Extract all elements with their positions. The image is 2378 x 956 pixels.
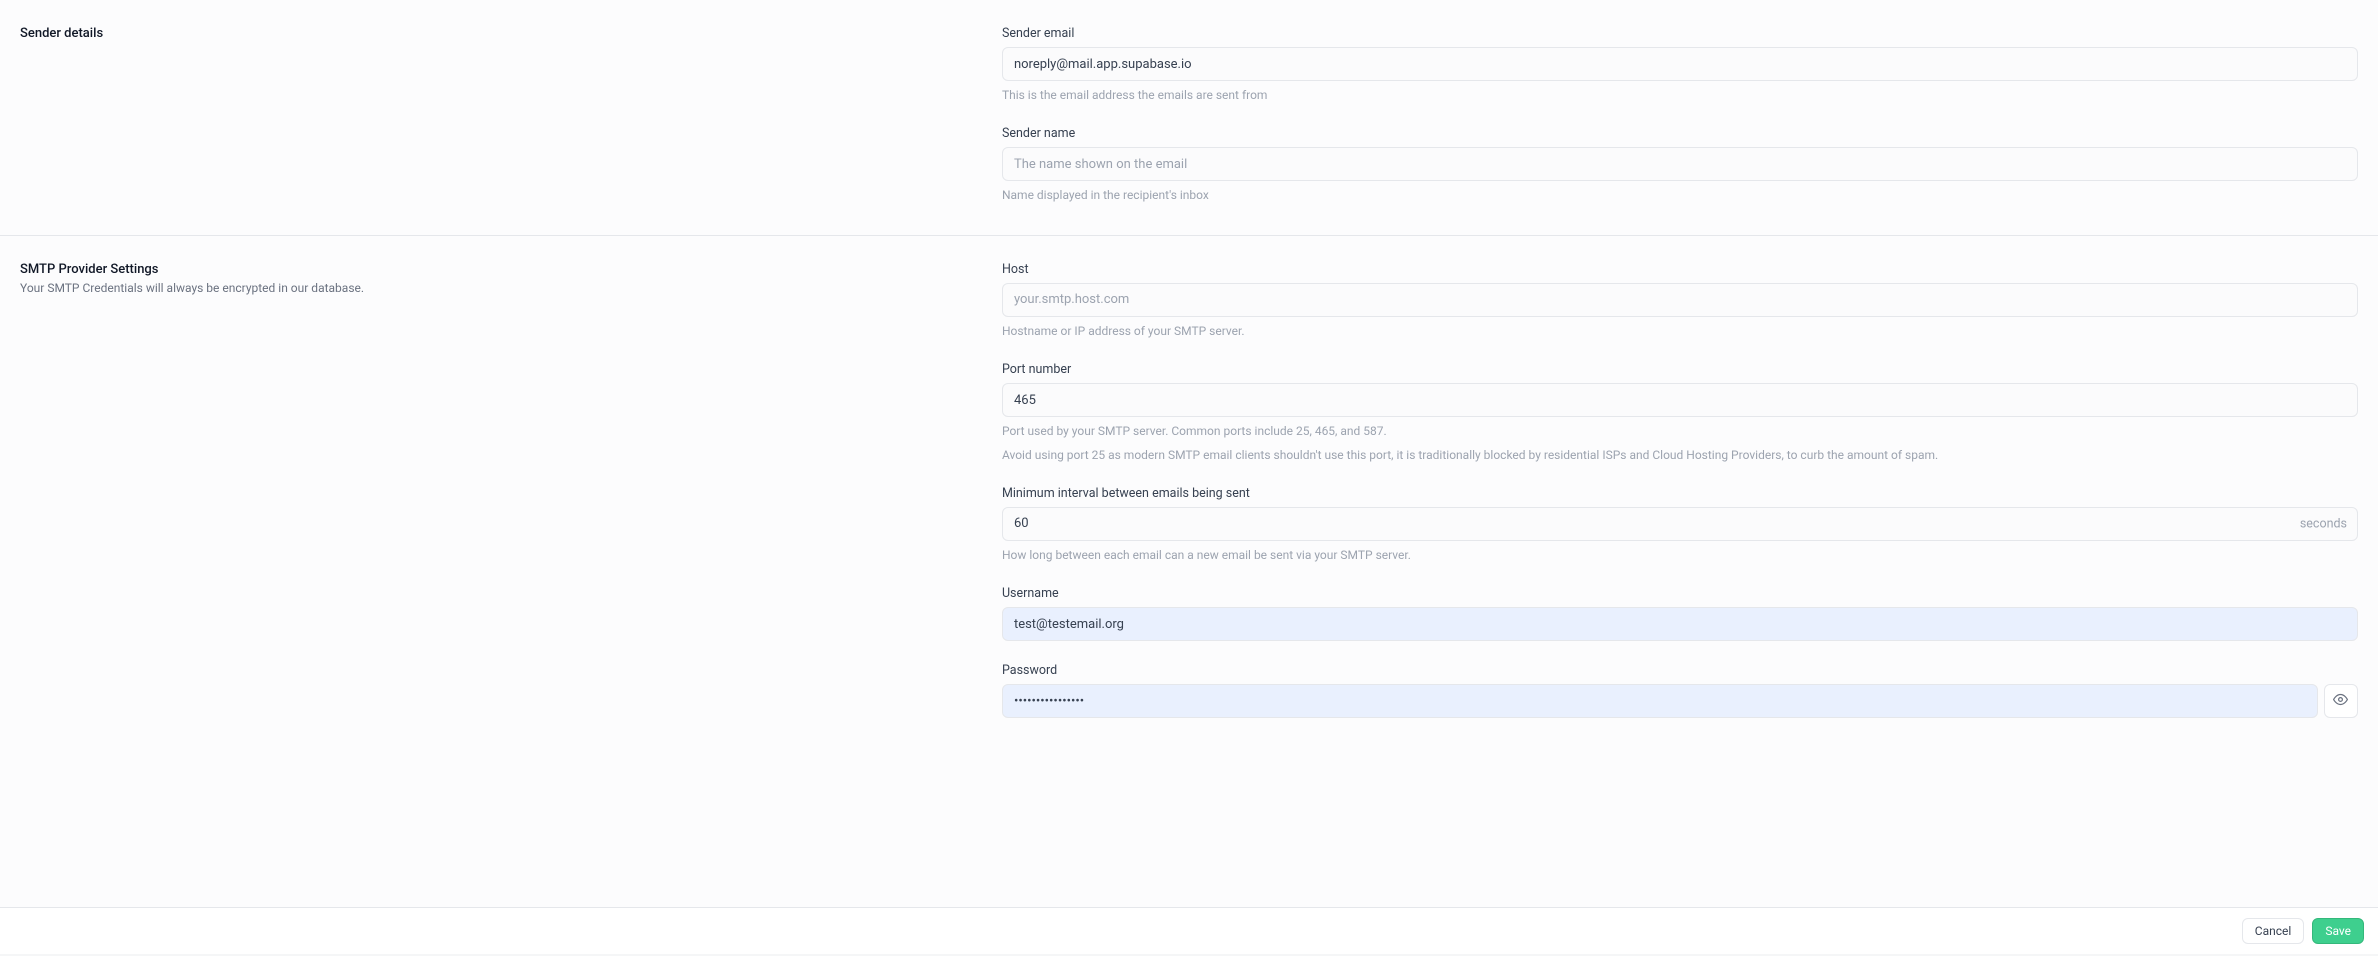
sender-name-input[interactable] <box>1002 147 2358 181</box>
label-sender-email: Sender email <box>1002 26 2358 41</box>
help-interval: How long between each email can a new em… <box>1002 547 2358 564</box>
section-sub-smtp: Your SMTP Credentials will always be enc… <box>20 281 972 295</box>
field-sender-email: Sender email This is the email address t… <box>1002 26 2358 104</box>
help-port-2: Avoid using port 25 as modern SMTP email… <box>1002 447 2358 464</box>
port-input[interactable] <box>1002 383 2358 417</box>
interval-input[interactable] <box>1002 507 2358 541</box>
eye-icon <box>2333 692 2348 710</box>
help-sender-name: Name displayed in the recipient's inbox <box>1002 187 2358 204</box>
label-interval: Minimum interval between emails being se… <box>1002 486 2358 501</box>
password-input[interactable] <box>1002 684 2318 718</box>
field-sender-name: Sender name Name displayed in the recipi… <box>1002 126 2358 204</box>
field-port: Port number Port used by your SMTP serve… <box>1002 362 2358 464</box>
help-port-1: Port used by your SMTP server. Common po… <box>1002 423 2358 440</box>
label-username: Username <box>1002 586 2358 601</box>
cancel-button[interactable]: Cancel <box>2242 918 2305 944</box>
section-title-smtp: SMTP Provider Settings <box>20 262 972 277</box>
help-host: Hostname or IP address of your SMTP serv… <box>1002 323 2358 340</box>
field-password: Password <box>1002 663 2358 718</box>
toggle-password-visibility-button[interactable] <box>2324 684 2358 718</box>
sender-email-input[interactable] <box>1002 47 2358 81</box>
section-title-sender: Sender details <box>20 26 972 41</box>
footer-actions: Cancel Save <box>0 907 2378 954</box>
label-host: Host <box>1002 262 2358 277</box>
help-sender-email: This is the email address the emails are… <box>1002 87 2358 104</box>
label-port: Port number <box>1002 362 2358 377</box>
label-sender-name: Sender name <box>1002 126 2358 141</box>
label-password: Password <box>1002 663 2358 678</box>
section-smtp-settings: SMTP Provider Settings Your SMTP Credent… <box>0 235 2378 749</box>
save-button[interactable]: Save <box>2312 918 2364 944</box>
field-host: Host Hostname or IP address of your SMTP… <box>1002 262 2358 340</box>
field-username: Username <box>1002 586 2358 641</box>
username-input[interactable] <box>1002 607 2358 641</box>
host-input[interactable] <box>1002 283 2358 317</box>
field-interval: Minimum interval between emails being se… <box>1002 486 2358 564</box>
section-sender-details: Sender details Sender email This is the … <box>0 0 2378 235</box>
